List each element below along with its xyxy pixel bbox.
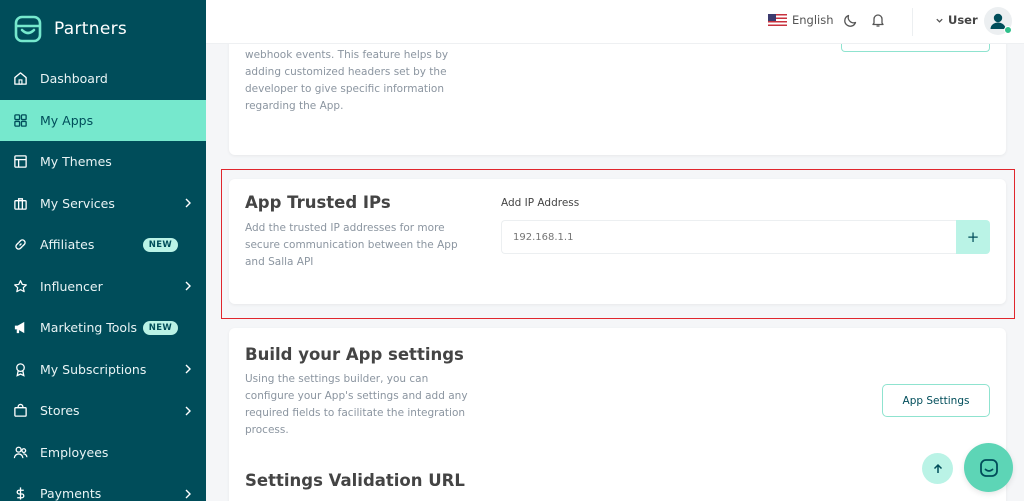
chevron-right-icon: [185, 489, 191, 499]
scroll-to-top-button[interactable]: [922, 453, 953, 484]
chat-icon: [979, 458, 998, 477]
sidebar: Partners Dashboard My Apps My Themes My …: [0, 0, 206, 501]
megaphone-icon: [13, 320, 28, 335]
sidebar-item-employees[interactable]: Employees: [0, 432, 206, 474]
webhook-description: webhook events. This feature helps by ad…: [245, 49, 449, 112]
sidebar-item-label: Dashboard: [40, 71, 108, 87]
language-label: English: [792, 13, 834, 27]
bell-icon[interactable]: [870, 12, 886, 28]
sidebar-item-label: Stores: [40, 403, 80, 419]
store-icon: [13, 403, 28, 418]
topbar-divider: [912, 8, 913, 36]
app-settings-button[interactable]: App Settings: [882, 384, 990, 417]
sidebar-item-my-services[interactable]: My Services: [0, 183, 206, 225]
link-icon: [13, 237, 28, 252]
apps-grid-icon: [13, 113, 28, 128]
sidebar-item-label: My Themes: [40, 154, 112, 170]
sidebar-item-label: Employees: [40, 444, 109, 460]
sidebar-nav: Dashboard My Apps My Themes My Services: [0, 58, 206, 501]
sidebar-item-affiliates[interactable]: Affiliates NEW: [0, 224, 206, 266]
sidebar-item-dashboard[interactable]: Dashboard: [0, 58, 206, 100]
star-icon: [13, 279, 28, 294]
sidebar-item-label: Marketing Tools: [40, 320, 138, 336]
medal-icon: [13, 362, 28, 377]
language-switcher[interactable]: English: [768, 13, 834, 27]
settings-validation-title: Settings Validation URL: [245, 471, 465, 490]
sidebar-item-my-subscriptions[interactable]: My Subscriptions: [0, 349, 206, 391]
sidebar-item-stores[interactable]: Stores: [0, 390, 206, 432]
us-flag-icon: [768, 14, 787, 26]
new-badge: NEW: [142, 237, 178, 252]
chat-support-button[interactable]: [964, 443, 1013, 492]
app-settings-card: Build your App settings Using the settin…: [229, 328, 1006, 501]
briefcase-icon: [13, 196, 28, 211]
chevron-down-icon: [936, 18, 943, 23]
new-badge: NEW: [142, 320, 178, 335]
home-icon: [13, 71, 28, 86]
sidebar-item-payments[interactable]: Payments: [0, 473, 206, 501]
moon-icon[interactable]: [843, 12, 859, 28]
sidebar-item-my-apps[interactable]: My Apps: [0, 99, 206, 141]
user-menu[interactable]: User: [935, 13, 978, 27]
sidebar-item-label: Payments: [40, 486, 102, 501]
brand-name: Partners: [54, 19, 128, 39]
sidebar-item-label: Affiliates: [40, 237, 95, 253]
avatar-icon[interactable]: [984, 7, 1012, 35]
sidebar-item-influencer[interactable]: Influencer: [0, 266, 206, 308]
highlight-box: [221, 169, 1015, 319]
themes-icon: [13, 154, 28, 169]
chevron-right-icon: [185, 281, 191, 291]
chevron-right-icon: [185, 364, 191, 374]
employees-icon: [13, 445, 28, 460]
app-settings-title: Build your App settings: [245, 345, 464, 364]
sidebar-item-marketing-tools[interactable]: Marketing Tools NEW: [0, 307, 206, 349]
user-name: User: [948, 13, 978, 27]
sidebar-item-label: Influencer: [40, 278, 103, 294]
sidebar-item-label: My Services: [40, 195, 115, 211]
topbar: English User: [206, 0, 1024, 44]
sidebar-item-my-themes[interactable]: My Themes: [0, 141, 206, 183]
chevron-right-icon: [185, 198, 191, 208]
arrow-up-icon: [933, 463, 942, 473]
online-status-dot: [1004, 26, 1012, 34]
sidebar-item-label: My Apps: [40, 112, 94, 128]
app-settings-description: Using the settings builder, you can conf…: [245, 373, 468, 436]
chevron-right-icon: [185, 406, 191, 416]
brand[interactable]: Partners: [0, 0, 206, 58]
partners-logo-icon: [14, 15, 42, 43]
sidebar-item-label: My Subscriptions: [40, 361, 147, 377]
dollar-icon: [13, 486, 28, 501]
